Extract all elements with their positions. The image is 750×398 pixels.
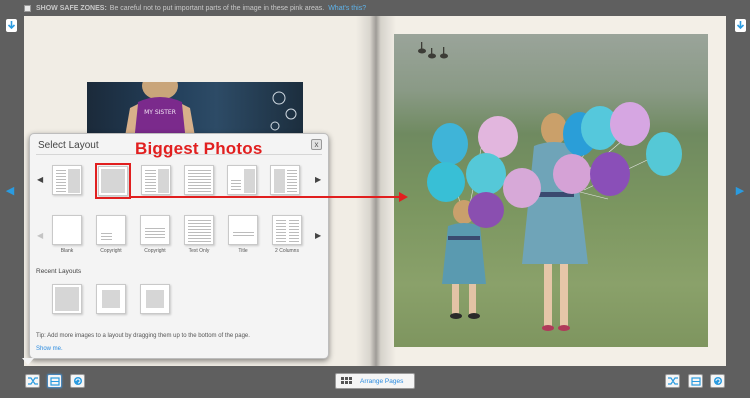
selected-layout-highlight: [95, 163, 131, 199]
layout-label: Copyright: [100, 248, 122, 254]
shirt-text: MY SISTER: [144, 109, 176, 116]
grid-icon: [341, 377, 352, 384]
tip-text: Tip: Add more images to a layout by drag…: [36, 333, 250, 339]
chevron-right-icon[interactable]: ▶: [315, 231, 321, 240]
refresh-icon: [73, 377, 82, 385]
layout-thumb-title[interactable]: [228, 215, 258, 245]
download-icon[interactable]: [6, 19, 17, 32]
shuffle-button[interactable]: [665, 374, 680, 388]
layout-thumb-text-only[interactable]: [184, 215, 214, 245]
whats-this-link[interactable]: What's this?: [328, 5, 366, 12]
safe-zones-checkbox[interactable]: [24, 4, 31, 12]
recent-layouts-title: Recent Layouts: [36, 268, 82, 275]
layout-label: Copyright: [144, 248, 166, 254]
download-icon[interactable]: [735, 19, 746, 32]
layout-thumb[interactable]: [227, 165, 257, 195]
layout-thumb-2-columns[interactable]: [272, 215, 302, 245]
layout-label: Blank: [60, 248, 74, 254]
close-icon[interactable]: x: [311, 139, 322, 150]
arrange-pages-label: Arrange Pages: [360, 377, 404, 385]
annotation-arrow-line: [131, 196, 399, 198]
refresh-icon: [713, 377, 722, 385]
shuffle-icon: [667, 377, 678, 385]
layout-label: 2 Columns: [275, 248, 299, 254]
recent-layout-thumb[interactable]: [96, 284, 126, 314]
layout-button[interactable]: [47, 374, 62, 388]
safe-zones-label: SHOW SAFE ZONES:: [36, 4, 107, 12]
annotation-callout: Biggest Photos: [135, 139, 263, 158]
layout-thumb-copyright[interactable]: [140, 215, 170, 245]
layout-label: Text Only: [188, 248, 210, 254]
layout-thumb-copyright[interactable]: [96, 215, 126, 245]
layout-button[interactable]: [688, 374, 703, 388]
refresh-button[interactable]: [710, 374, 725, 388]
shuffle-button[interactable]: [25, 374, 40, 388]
layout-icon: [49, 376, 60, 386]
refresh-button[interactable]: [70, 374, 85, 388]
chevron-right-icon[interactable]: ▶: [315, 175, 321, 184]
arrange-pages-button[interactable]: Arrange Pages: [335, 373, 415, 389]
recent-layout-thumb[interactable]: [52, 284, 82, 314]
chevron-right-icon[interactable]: ▶: [735, 184, 745, 198]
chevron-left-icon[interactable]: ◀: [5, 184, 15, 198]
shuffle-icon: [27, 377, 38, 385]
safe-zones-bar: SHOW SAFE ZONES: Be careful not to put i…: [0, 0, 750, 16]
dialog-title: Select Layout: [38, 140, 99, 151]
show-me-link[interactable]: Show me.: [36, 346, 63, 352]
recent-layout-thumb[interactable]: [140, 284, 170, 314]
bubbles: [270, 91, 297, 131]
balloons-photo-art: [418, 42, 682, 331]
layout-thumb[interactable]: [141, 165, 171, 195]
annotation-arrow-head: [399, 192, 408, 202]
layout-thumb[interactable]: [270, 165, 300, 195]
chevron-left-icon: ◀: [37, 231, 44, 240]
book-spine: [356, 16, 396, 366]
layout-thumb[interactable]: [184, 165, 214, 195]
select-layout-dialog: Select Layout x ◀ ▶ ◀ Blank Copyright Co…: [29, 133, 329, 359]
right-page-photo[interactable]: [394, 34, 708, 347]
layout-thumb-blank[interactable]: [52, 215, 82, 245]
layout-label: Title: [238, 248, 248, 254]
dialog-pointer: [22, 358, 34, 365]
safe-zones-text: Be careful not to put important parts of…: [109, 4, 325, 12]
layout-icon: [690, 376, 701, 386]
chevron-left-icon[interactable]: ◀: [37, 175, 43, 184]
layout-thumb[interactable]: [52, 165, 82, 195]
